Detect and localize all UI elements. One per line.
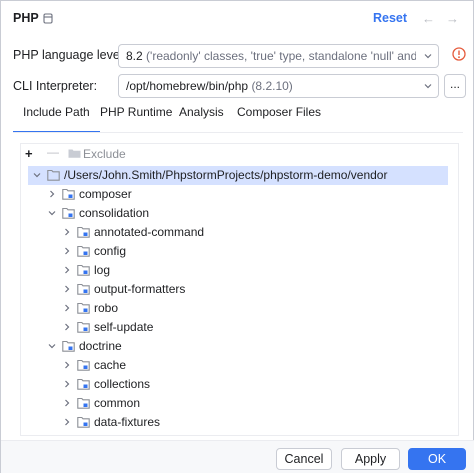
tree-row[interactable]: common (21, 394, 458, 413)
tree-row[interactable]: collections (21, 375, 458, 394)
cli-interpreter-label: CLI Interpreter: (13, 79, 98, 93)
chevron-right-icon[interactable] (48, 190, 56, 198)
remove-path-button[interactable]: — (47, 145, 59, 159)
tree-node-label: cache (94, 358, 127, 372)
folder-icon (77, 359, 90, 371)
folder-icon (77, 321, 90, 333)
warning-icon[interactable] (452, 47, 466, 61)
chevron-right-icon[interactable] (63, 228, 71, 236)
chevron-right-icon[interactable] (63, 418, 71, 426)
tree-node-label: log (94, 263, 111, 277)
chevron-down-icon[interactable] (33, 171, 41, 179)
pin-icon[interactable] (43, 13, 53, 24)
tree-row[interactable]: /Users/John.Smith/PhpstormProjects/phpst… (28, 166, 448, 185)
tree-node-label: data-fixtures (94, 415, 161, 429)
language-level-label: PHP language level: (13, 48, 127, 62)
folder-icon (77, 378, 90, 390)
tree-row[interactable]: consolidation (21, 204, 458, 223)
tree-node-label: doctrine (79, 339, 122, 353)
cli-interpreter-select[interactable]: /opt/homebrew/bin/php (8.2.10) (118, 74, 439, 98)
folder-icon (77, 302, 90, 314)
exclude-button[interactable]: Exclude (83, 147, 126, 161)
settings-panel: PHP Reset ← → PHP language level: 8.2 ('… (0, 0, 474, 473)
tree-row[interactable]: annotated-command (21, 223, 458, 242)
tab-include-path[interactable]: Include Path (13, 105, 100, 133)
apply-button[interactable]: Apply (341, 448, 400, 470)
tree-row[interactable]: robo (21, 299, 458, 318)
tree-row[interactable]: doctrine (21, 337, 458, 356)
chevron-down-icon[interactable] (48, 342, 56, 350)
language-level-value: 8.2 ('readonly' classes, 'true' type, st… (126, 49, 416, 63)
folder-icon (62, 340, 75, 352)
tree-node-label: self-update (94, 320, 154, 334)
include-path-tree-panel: + — Exclude /Users/John.Smith/PhpstormPr… (20, 143, 459, 436)
language-level-select[interactable]: 8.2 ('readonly' classes, 'true' type, st… (118, 44, 439, 68)
tree-node-label: config (94, 244, 127, 258)
folder-icon (77, 416, 90, 428)
tree-node-label: robo (94, 301, 119, 315)
page-title: PHP (13, 11, 39, 25)
tab-divider (13, 132, 463, 133)
tree-node-label: annotated-command (94, 225, 205, 239)
folder-icon (47, 169, 60, 181)
tab-analysis[interactable]: Analysis (179, 105, 224, 131)
tree-row[interactable]: data-fixtures (21, 413, 458, 432)
chevron-right-icon[interactable] (63, 399, 71, 407)
panel-header: PHP Reset ← → (1, 1, 474, 37)
folder-icon (62, 207, 75, 219)
tree-node-label: collections (94, 377, 151, 391)
tree-node-label: /Users/John.Smith/PhpstormProjects/phpst… (64, 168, 388, 182)
tree-node-label: composer (79, 187, 132, 201)
chevron-right-icon[interactable] (63, 247, 71, 255)
tree-row[interactable]: output-formatters (21, 280, 458, 299)
tree-row[interactable]: composer (21, 185, 458, 204)
folder-icon (62, 188, 75, 200)
tree-row[interactable]: self-update (21, 318, 458, 337)
chevron-down-icon[interactable] (48, 209, 56, 217)
forward-arrow-icon[interactable]: → (446, 11, 459, 26)
tab-composer-files[interactable]: Composer Files (237, 105, 321, 131)
chevron-right-icon[interactable] (63, 266, 71, 274)
tree-node-label: output-formatters (94, 282, 186, 296)
tree-row[interactable]: log (21, 261, 458, 280)
folder-icon (77, 264, 90, 276)
chevron-right-icon[interactable] (63, 285, 71, 293)
dialog-footer: Cancel Apply OK (1, 440, 474, 473)
tree-row[interactable]: cache (21, 356, 458, 375)
ok-button[interactable]: OK (408, 448, 466, 470)
cancel-button[interactable]: Cancel (276, 448, 332, 470)
add-path-button[interactable]: + (25, 146, 33, 161)
folder-icon (77, 397, 90, 409)
tree-node-label: consolidation (79, 206, 150, 220)
back-arrow-icon[interactable]: ← (422, 11, 435, 26)
chevron-right-icon[interactable] (63, 304, 71, 312)
folder-icon (68, 149, 81, 158)
chevron-right-icon[interactable] (63, 361, 71, 369)
chevron-down-icon (424, 84, 432, 89)
folder-icon (77, 245, 90, 257)
tree-node-label: common (94, 396, 141, 410)
chevron-right-icon[interactable] (63, 380, 71, 388)
tree-toolbar: + — Exclude (21, 144, 458, 164)
tree-row[interactable]: config (21, 242, 458, 261)
cli-interpreter-value: /opt/homebrew/bin/php (8.2.10) (126, 79, 293, 93)
chevron-right-icon[interactable] (63, 323, 71, 331)
browse-interpreter-button[interactable]: ... (444, 74, 466, 98)
tab-php-runtime[interactable]: PHP Runtime (100, 105, 172, 131)
reset-link[interactable]: Reset (373, 11, 407, 25)
chevron-down-icon (424, 54, 432, 59)
folder-icon (77, 226, 90, 238)
folder-icon (77, 283, 90, 295)
